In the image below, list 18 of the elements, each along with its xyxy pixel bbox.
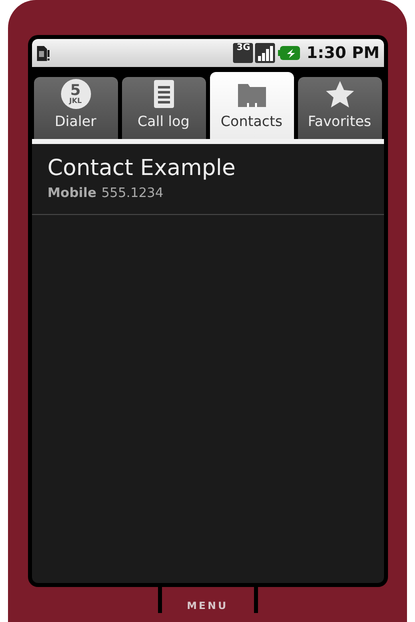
- network-icon: 3G: [233, 43, 254, 63]
- clock: 1:30 PM: [306, 42, 380, 64]
- tab-label: Dialer: [54, 113, 96, 132]
- contact-name: Contact Example: [48, 155, 237, 183]
- phone-number: 555.1234: [101, 185, 164, 203]
- sim-alert-icon: [36, 44, 50, 62]
- contact-row[interactable]: Contact Example Mobile 555.1234: [32, 144, 384, 214]
- star-icon: [324, 79, 356, 109]
- signal-icon: [255, 43, 276, 63]
- tab[interactable]: Contacts: [210, 72, 294, 139]
- battery-charging-icon: [278, 45, 300, 61]
- tab-label: Contacts: [220, 113, 282, 132]
- tab[interactable]: Favorites: [298, 77, 382, 139]
- menu-button[interactable]: MENU: [162, 587, 254, 622]
- tab-label: Call log: [138, 113, 190, 132]
- tab-label: Favorites: [308, 113, 372, 132]
- tab[interactable]: Call log: [122, 77, 206, 139]
- number-type: Mobile: [48, 185, 96, 203]
